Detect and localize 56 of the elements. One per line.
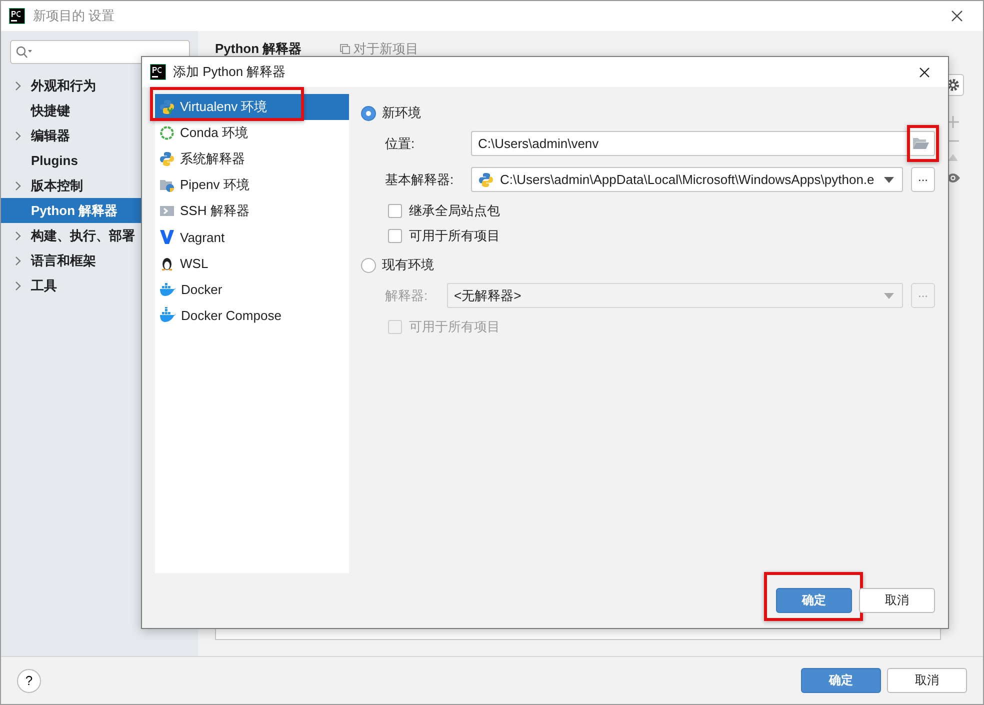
- interpreter-type-item[interactable]: WSL: [155, 250, 349, 276]
- interpreter-type-item[interactable]: Conda 环境: [155, 120, 349, 146]
- help-button[interactable]: ?: [17, 668, 41, 692]
- folder-python-icon: [159, 177, 175, 193]
- v-logo-icon: [159, 229, 175, 245]
- chevron-icon[interactable]: [15, 130, 21, 140]
- folder-icon: [912, 137, 928, 150]
- dropdown-caret-icon: [884, 292, 894, 298]
- interpreter-type-item[interactable]: Vagrant: [155, 224, 349, 250]
- dropdown-caret-icon: [884, 176, 894, 182]
- interpreter-type-item[interactable]: Pipenv 环境: [155, 172, 349, 198]
- interpreter-type-item[interactable]: Docker: [155, 276, 349, 302]
- interpreter-label: 解释器:: [385, 286, 429, 304]
- interpreter-type-item[interactable]: Virtualenv 环境: [155, 94, 349, 120]
- location-label: 位置:: [385, 134, 416, 152]
- app-logo-icon: [150, 64, 166, 80]
- cancel-button[interactable]: 取消: [887, 668, 967, 693]
- chevron-icon[interactable]: [15, 80, 21, 90]
- close-icon[interactable]: [919, 66, 930, 78]
- existing-environment-radio[interactable]: 现有环境: [361, 252, 935, 278]
- base-interpreter-label: 基本解释器:: [385, 170, 455, 188]
- option-checkbox[interactable]: 可用于所有项目: [388, 223, 935, 248]
- chevron-icon[interactable]: [15, 256, 21, 266]
- browse-button[interactable]: ...: [911, 167, 935, 192]
- chevron-icon[interactable]: [15, 230, 21, 240]
- ok-button[interactable]: 确定: [776, 588, 852, 613]
- scope-label: 对于新项目: [354, 40, 419, 58]
- dialog-title: 添加 Python 解释器: [173, 63, 287, 81]
- penguin-icon: [159, 255, 175, 271]
- copy-icon: [340, 44, 350, 54]
- ok-button[interactable]: 确定: [801, 668, 881, 693]
- whale-icon: [159, 281, 176, 297]
- close-icon[interactable]: [951, 10, 963, 22]
- add-icon[interactable]: [947, 116, 959, 128]
- python-env-icon: [159, 99, 175, 115]
- python-icon: [159, 151, 175, 167]
- page-title: Python 解释器: [215, 40, 302, 58]
- python-icon: [478, 172, 494, 188]
- terminal-icon: [159, 203, 175, 219]
- interpreter-type-item[interactable]: Docker Compose: [155, 302, 349, 328]
- chevron-icon[interactable]: [15, 280, 21, 290]
- base-interpreter-dropdown[interactable]: C:\Users\admin\AppData\Local\Microsoft\WindowsApps\python.e: [471, 167, 903, 192]
- search-field[interactable]: [10, 40, 190, 64]
- chevron-icon[interactable]: [15, 180, 21, 190]
- location-field[interactable]: C:\Users\admin\venv: [471, 131, 935, 156]
- search-icon: [16, 46, 33, 58]
- interpreter-type-item[interactable]: 系统解释器: [155, 146, 349, 172]
- window-title: 新项目的 设置: [33, 7, 116, 25]
- cancel-button[interactable]: 取消: [859, 588, 935, 613]
- settings-icon: [946, 78, 960, 92]
- app-logo-icon: [9, 8, 25, 24]
- whale-icon: [159, 307, 176, 323]
- option-checkbox[interactable]: 继承全局站点包: [388, 198, 935, 223]
- up-icon[interactable]: [948, 154, 958, 161]
- new-environment-radio[interactable]: 新环境: [361, 100, 935, 126]
- ring-icon: [159, 125, 175, 141]
